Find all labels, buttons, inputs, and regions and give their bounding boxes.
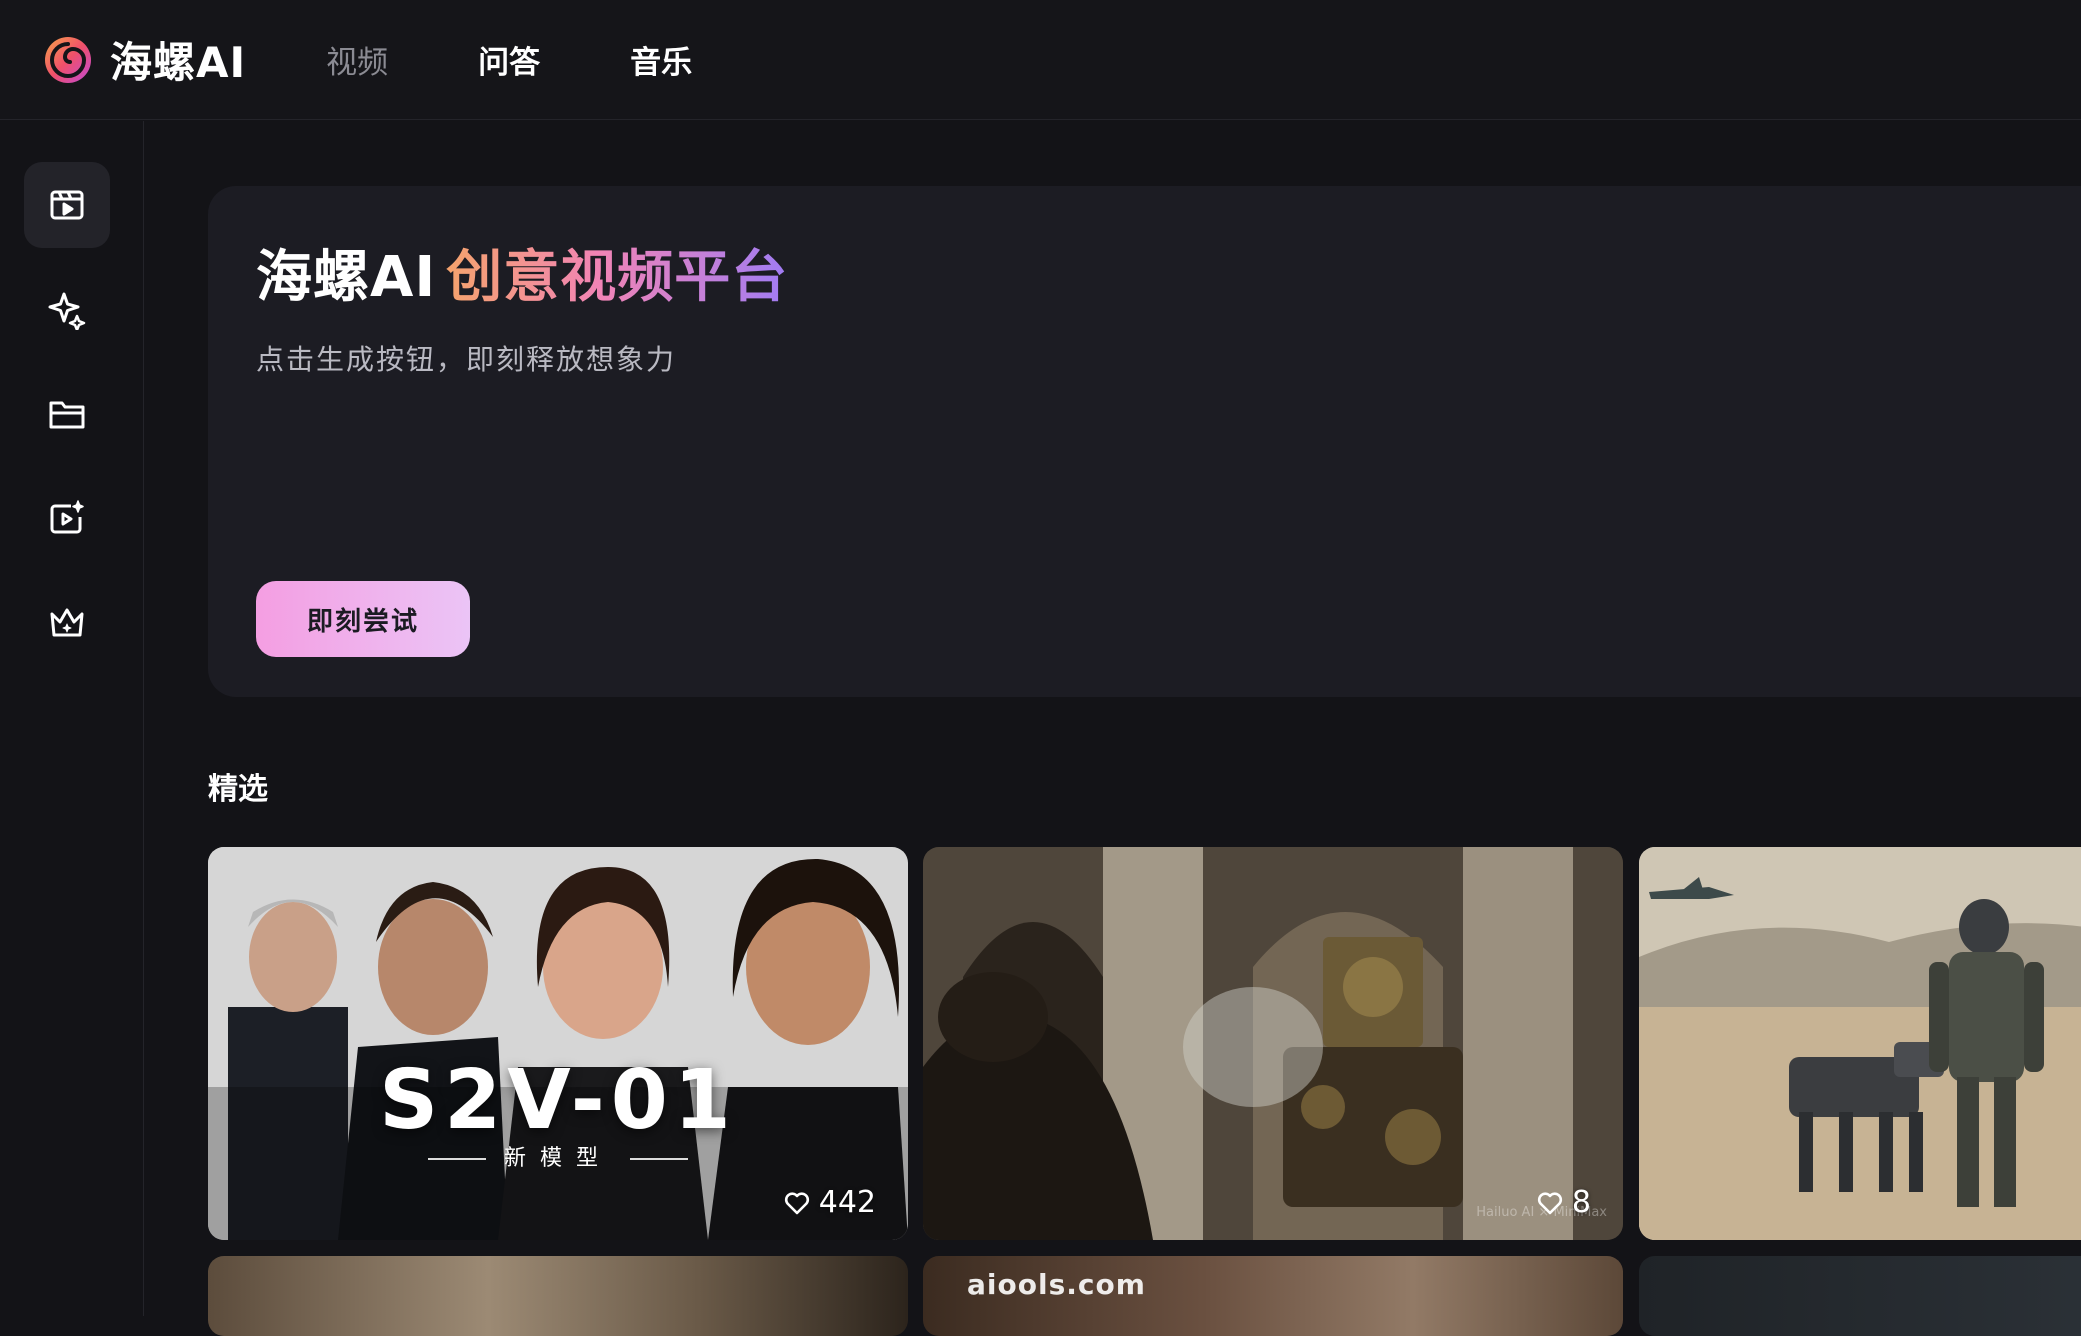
video-thumbnail bbox=[1639, 847, 2081, 1240]
featured-title: 精选 bbox=[208, 772, 268, 807]
nav-video[interactable]: 视频 bbox=[326, 37, 388, 82]
hero-subtitle: 点击生成按钮，即刻释放想象力 bbox=[256, 343, 677, 376]
site-watermark: aiools.com bbox=[967, 1268, 1146, 1301]
card-overlay-title: S2V-01 bbox=[379, 1053, 737, 1148]
hero-title-brand: 海螺AI bbox=[256, 245, 437, 310]
hero-banner: 海螺AI 创意视频平台 点击生成按钮，即刻释放想象力 即刻尝试 bbox=[208, 186, 2081, 697]
top-nav: 视频 问答 音乐 bbox=[326, 37, 782, 82]
hero-title: 海螺AI 创意视频平台 bbox=[256, 232, 788, 313]
video-thumbnail bbox=[923, 847, 1623, 1240]
like-counter[interactable]: 442 bbox=[783, 1185, 876, 1220]
logo-icon bbox=[45, 36, 91, 83]
hero-title-highlight: 创意视频平台 bbox=[446, 245, 789, 310]
nav-music[interactable]: 音乐 bbox=[630, 37, 692, 82]
heart-icon bbox=[784, 1191, 809, 1214]
sidebar-item-create[interactable] bbox=[24, 267, 110, 353]
nav-qa[interactable]: 问答 bbox=[478, 37, 540, 82]
folder-icon bbox=[49, 401, 85, 429]
like-count: 8 bbox=[1571, 1185, 1591, 1220]
featured-video-card[interactable] bbox=[208, 1256, 908, 1336]
logo[interactable]: 海螺AI bbox=[42, 29, 246, 90]
crown-icon bbox=[50, 608, 84, 637]
sidebar-item-video-create[interactable] bbox=[24, 475, 110, 561]
featured-video-card[interactable]: Hailuo AI × MiniMax 8 bbox=[923, 847, 1623, 1240]
featured-video-card[interactable] bbox=[1639, 847, 2081, 1240]
heart-icon bbox=[1537, 1191, 1562, 1214]
featured-video-card[interactable] bbox=[1639, 1256, 2081, 1336]
video-player-icon bbox=[50, 190, 84, 220]
featured-video-card[interactable]: S2V-01 新模型 442 bbox=[208, 847, 908, 1240]
sidebar-item-premium[interactable] bbox=[24, 579, 110, 665]
sidebar-item-video[interactable] bbox=[24, 162, 110, 248]
top-header: 海螺AI 视频 问答 音乐 bbox=[0, 0, 2081, 120]
video-sparkle-icon bbox=[50, 500, 84, 534]
card-overlay-subtitle: 新模型 bbox=[208, 1140, 908, 1172]
sidebar bbox=[0, 121, 144, 1316]
logo-text: 海螺AI bbox=[110, 38, 247, 87]
like-counter[interactable]: 8 bbox=[1536, 1185, 1591, 1220]
sparkle-icon bbox=[48, 292, 86, 330]
video-thumbnail bbox=[208, 847, 908, 1240]
try-now-button[interactable]: 即刻尝试 bbox=[256, 581, 470, 657]
like-count: 442 bbox=[818, 1185, 876, 1220]
sidebar-item-library[interactable] bbox=[24, 371, 110, 457]
